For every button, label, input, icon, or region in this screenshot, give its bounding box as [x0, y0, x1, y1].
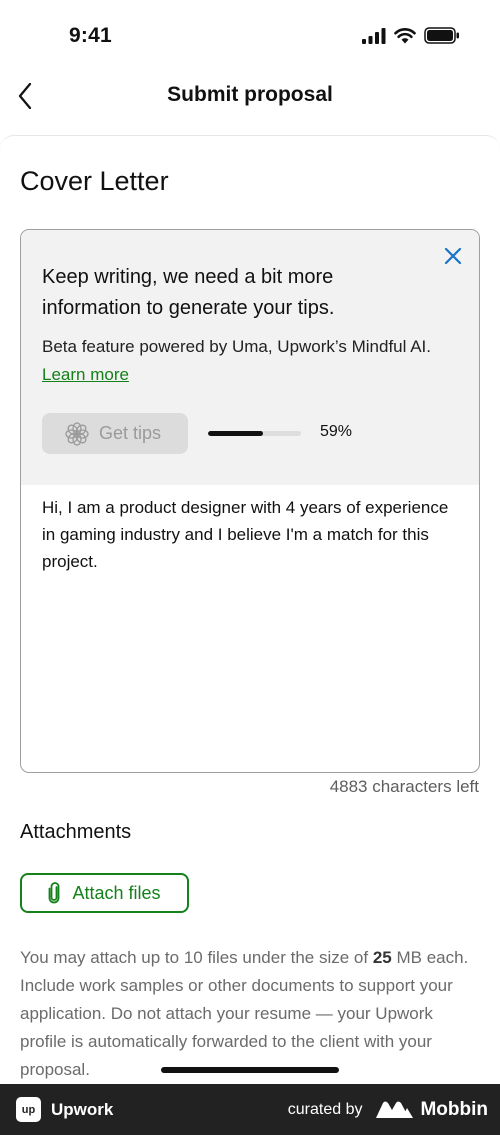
status-icons [362, 27, 460, 44]
tips-description: Beta feature powered by Uma, Upwork’s Mi… [42, 333, 442, 389]
uma-flower-icon [65, 421, 89, 446]
brand-name: Upwork [51, 1099, 114, 1119]
learn-more-link[interactable]: Learn more [42, 365, 129, 384]
cover-letter-field[interactable]: Keep writing, we need a bit more informa… [20, 229, 480, 773]
close-tips-button[interactable] [441, 244, 465, 268]
curated-by-label: curated by [287, 1100, 363, 1118]
tips-heading: Keep writing, we need a bit more informa… [42, 266, 335, 319]
get-tips-button[interactable]: Get tips [42, 413, 188, 454]
upwork-logo-icon: up [16, 1097, 41, 1122]
footer-curator: curated by Mobbin [288, 1099, 488, 1121]
battery-icon [424, 27, 459, 44]
tips-progress-percent: 59% [320, 423, 353, 440]
tips-progress-fill [208, 431, 263, 436]
tips-description-text: Beta feature powered by Uma, Upwork’s Mi… [42, 337, 431, 356]
cellular-signal-icon [362, 27, 386, 44]
ai-tips-panel: Keep writing, we need a bit more informa… [21, 230, 479, 485]
close-icon [444, 247, 462, 265]
home-indicator [161, 1067, 339, 1073]
paperclip-icon [49, 882, 60, 904]
footer-brand: up Upwork [16, 1097, 113, 1122]
cover-letter-title: Cover Letter [20, 166, 169, 196]
attachments-title: Attachments [20, 821, 132, 843]
wifi-icon [394, 27, 416, 43]
mobbin-name: Mobbin [420, 1098, 488, 1120]
cover-letter-text[interactable]: Hi, I am a product designer with 4 years… [42, 494, 462, 575]
status-bar: 9:41 [0, 0, 500, 72]
tips-progress-bar [208, 431, 301, 436]
attach-files-label: Attach files [72, 882, 161, 903]
mobbin-brand: Mobbin [376, 1099, 488, 1121]
attachments-help-suffix: MB each. Include work samples or other d… [20, 948, 469, 1079]
status-time: 9:41 [69, 24, 112, 47]
page-title: Submit proposal [167, 83, 333, 106]
nav-bar: Submit proposal [0, 72, 500, 122]
characters-left-counter: 4883 characters left [329, 777, 479, 796]
attachments-max-size: 25 [372, 948, 392, 967]
attach-files-button[interactable]: Attach files [20, 873, 189, 913]
mobbin-logo-icon [376, 1101, 414, 1118]
get-tips-label: Get tips [99, 423, 162, 443]
footer-bar: up Upwork curated by Mobbin [0, 1084, 500, 1135]
attachments-help-prefix: You may attach up to 10 files under the … [20, 948, 373, 967]
attachments-help-text: You may attach up to 10 files under the … [20, 944, 470, 1084]
